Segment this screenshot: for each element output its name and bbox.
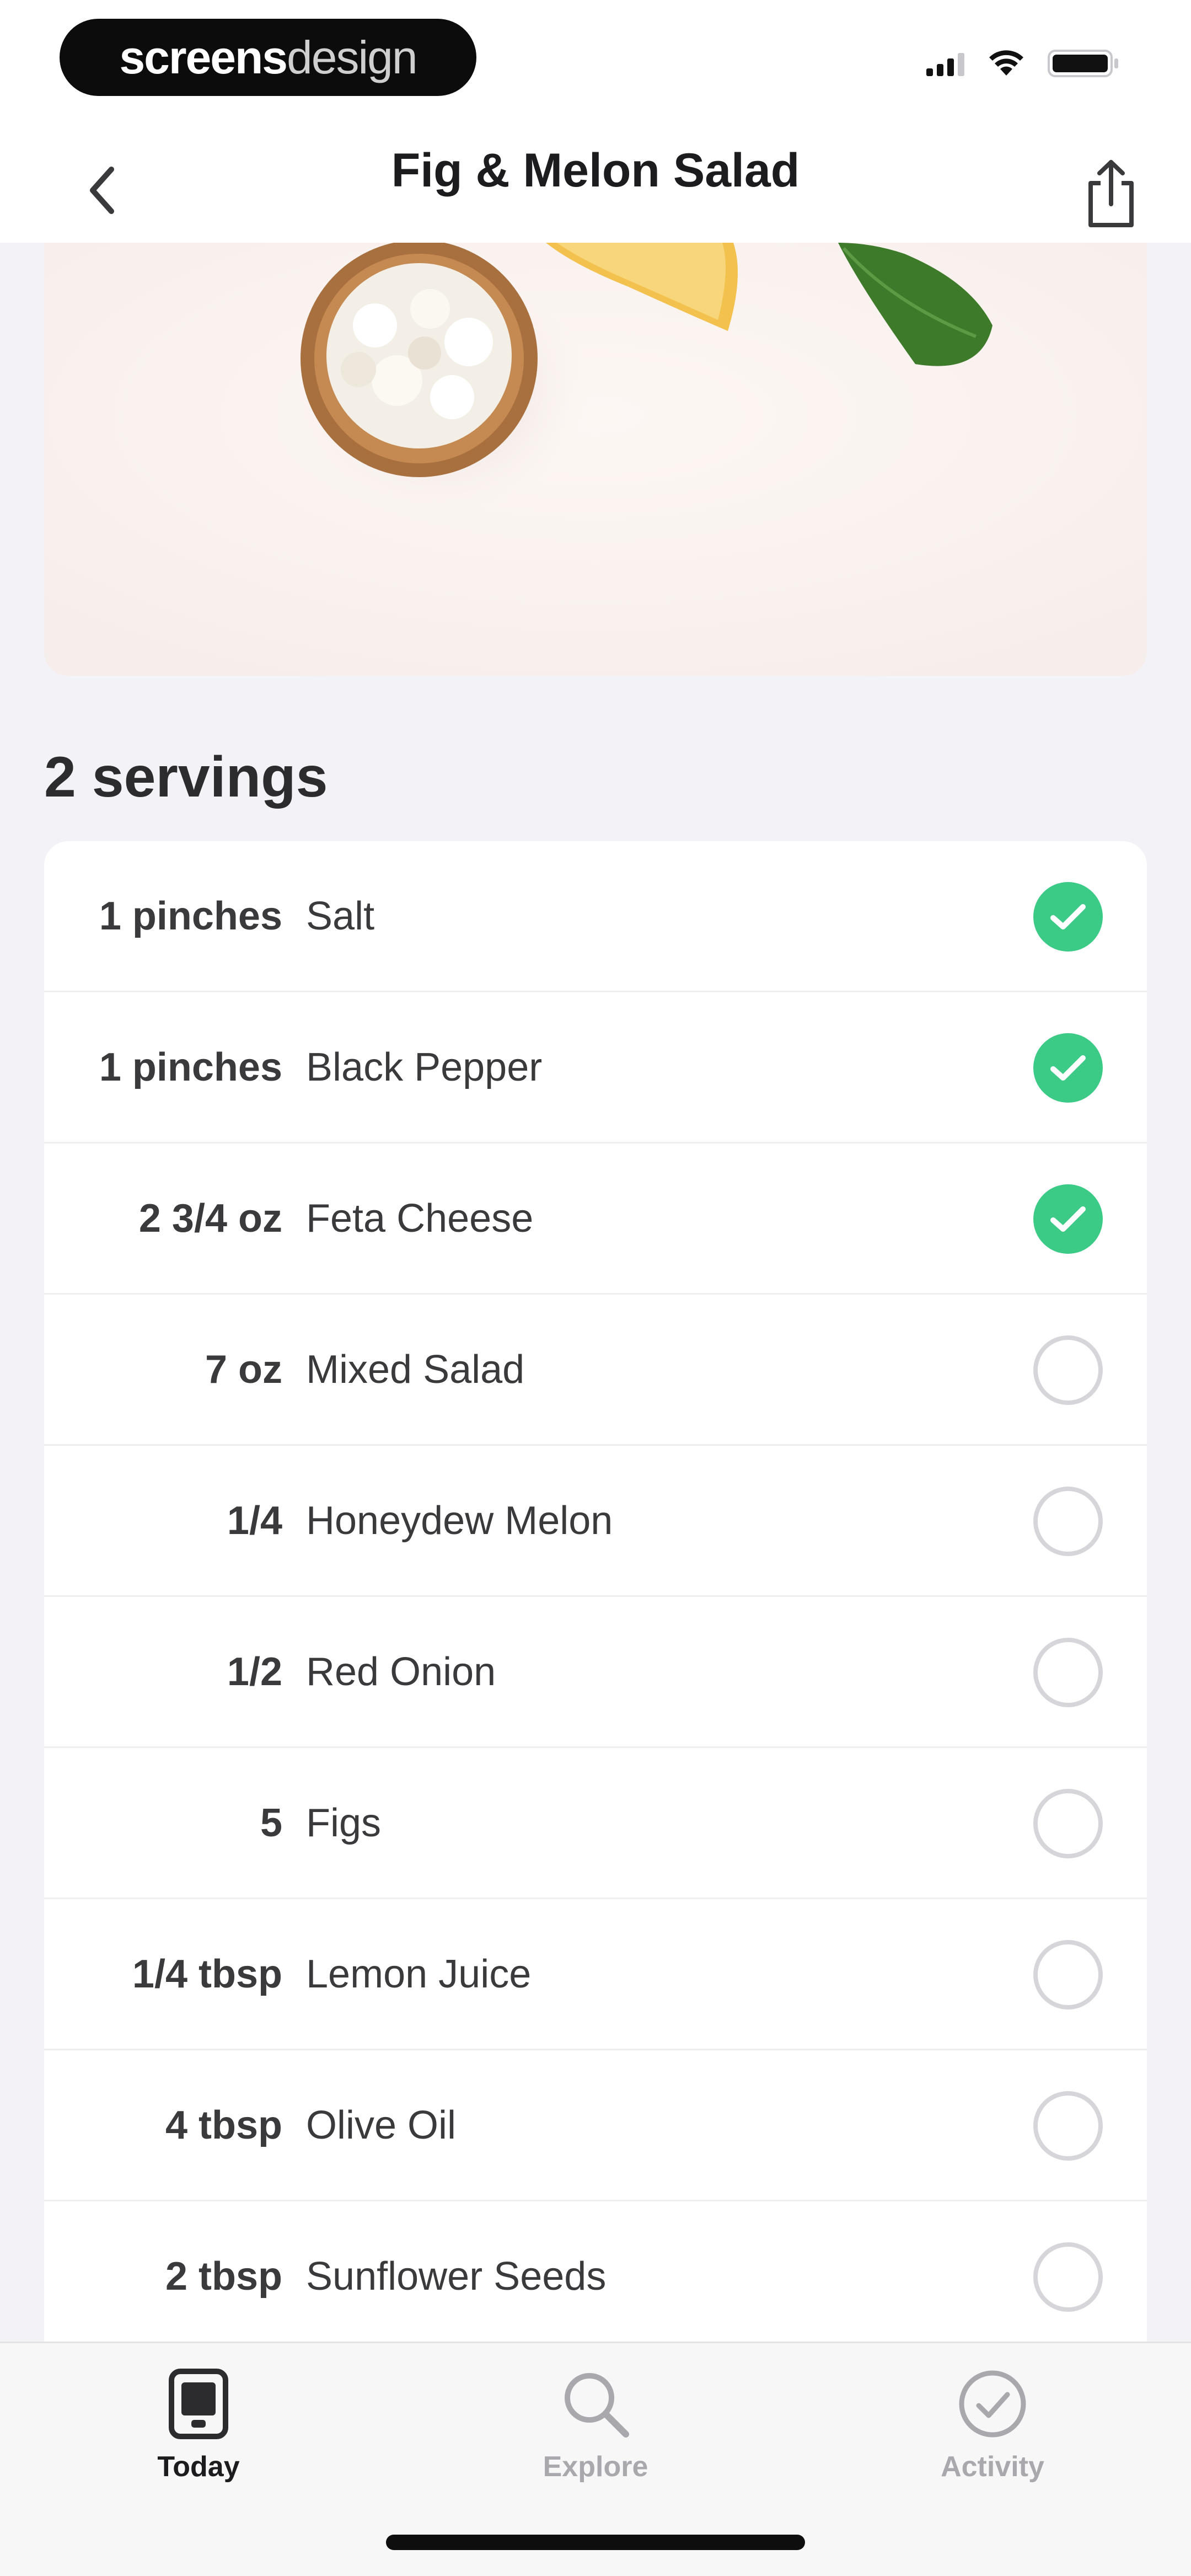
tab-label: Today bbox=[157, 2451, 240, 2483]
ingredient-row[interactable]: 1 pinches Salt bbox=[44, 841, 1147, 992]
tab-label: Activity bbox=[941, 2451, 1044, 2483]
ingredient-row[interactable]: 2 tbsp Sunflower Seeds bbox=[44, 2201, 1147, 2342]
today-icon bbox=[168, 2365, 229, 2443]
share-button[interactable] bbox=[1075, 158, 1147, 229]
ingredient-row[interactable]: 1/2 Red Onion bbox=[44, 1597, 1147, 1748]
navigation-bar: Fig & Melon Salad bbox=[0, 127, 1191, 243]
tab-label: Explore bbox=[543, 2451, 648, 2483]
ingredient-row[interactable]: 1/4 Honeydew Melon bbox=[44, 1446, 1147, 1597]
tab-activity[interactable]: Activity bbox=[904, 2365, 1081, 2483]
ingredient-row[interactable]: 1/4 tbsp Lemon Juice bbox=[44, 1899, 1147, 2050]
signal-icon bbox=[926, 51, 965, 79]
ingredients-list: 1 pinches Salt 1 pinches Black Pepper 2 … bbox=[44, 841, 1147, 2342]
unchecked-checkbox[interactable] bbox=[1033, 1638, 1103, 1707]
ingredient-name: Honeydew Melon bbox=[306, 1498, 613, 1543]
ingredient-quantity: 5 bbox=[260, 1800, 282, 1845]
ingredient-name: Mixed Salad bbox=[306, 1347, 525, 1392]
brand-logo-light: design bbox=[287, 31, 418, 83]
ingredients-photo bbox=[44, 243, 1147, 676]
unchecked-checkbox[interactable] bbox=[1033, 1789, 1103, 1858]
ingredient-row[interactable]: 7 oz Mixed Salad bbox=[44, 1295, 1147, 1446]
ingredient-quantity: 7 oz bbox=[205, 1347, 282, 1392]
ingredient-name: Red Onion bbox=[306, 1649, 496, 1694]
ingredient-quantity: 1/2 bbox=[227, 1649, 282, 1694]
checkmark-icon bbox=[1050, 904, 1086, 929]
check-circle-icon bbox=[957, 2365, 1028, 2443]
unchecked-checkbox[interactable] bbox=[1033, 2242, 1103, 2312]
tab-explore[interactable]: Explore bbox=[507, 2365, 684, 2483]
recipe-screen: screensdesign Fig & Melon Salad 2 servin… bbox=[0, 0, 1191, 2576]
page-title: Fig & Melon Salad bbox=[391, 144, 800, 197]
checked-checkbox[interactable] bbox=[1033, 882, 1103, 952]
ingredient-quantity: 4 tbsp bbox=[165, 2103, 282, 2147]
servings-label: 2 servings bbox=[44, 745, 328, 809]
recipe-hero-image bbox=[44, 243, 1147, 676]
ingredient-quantity: 1/4 bbox=[227, 1498, 282, 1543]
brand-logo-bold: screens bbox=[119, 31, 288, 83]
ingredient-name: Olive Oil bbox=[306, 2103, 457, 2147]
unchecked-checkbox[interactable] bbox=[1033, 1335, 1103, 1405]
ingredient-name: Feta Cheese bbox=[306, 1196, 534, 1241]
tab-today[interactable]: Today bbox=[110, 2365, 287, 2483]
checkmark-icon bbox=[1050, 1055, 1086, 1081]
checkmark-icon bbox=[1050, 1206, 1086, 1232]
status-icons bbox=[926, 49, 1119, 81]
home-indicator[interactable] bbox=[386, 2535, 805, 2550]
checked-checkbox[interactable] bbox=[1033, 1033, 1103, 1103]
unchecked-checkbox[interactable] bbox=[1033, 2091, 1103, 2161]
ingredient-name: Salt bbox=[306, 894, 375, 938]
ingredient-row[interactable]: 2 3/4 oz Feta Cheese bbox=[44, 1143, 1147, 1295]
ingredient-row[interactable]: 1 pinches Black Pepper bbox=[44, 992, 1147, 1143]
ingredient-name: Black Pepper bbox=[306, 1045, 543, 1089]
search-icon bbox=[560, 2365, 631, 2443]
ingredient-name: Sunflower Seeds bbox=[306, 2254, 607, 2299]
ingredient-quantity: 2 tbsp bbox=[165, 2254, 282, 2299]
ingredient-quantity: 2 3/4 oz bbox=[138, 1196, 282, 1241]
wifi-icon bbox=[988, 50, 1024, 79]
unchecked-checkbox[interactable] bbox=[1033, 1487, 1103, 1556]
ingredient-row[interactable]: 4 tbsp Olive Oil bbox=[44, 2050, 1147, 2201]
status-bar: screensdesign bbox=[0, 0, 1191, 127]
battery-icon bbox=[1048, 49, 1119, 81]
brand-logo: screensdesign bbox=[60, 19, 476, 96]
checked-checkbox[interactable] bbox=[1033, 1184, 1103, 1254]
ingredient-row[interactable]: 5 Figs bbox=[44, 1748, 1147, 1899]
share-icon bbox=[1088, 160, 1134, 227]
ingredient-quantity: 1 pinches bbox=[99, 894, 282, 938]
ingredient-quantity: 1 pinches bbox=[99, 1045, 282, 1089]
ingredient-name: Figs bbox=[306, 1800, 382, 1845]
ingredient-quantity: 1/4 tbsp bbox=[132, 1952, 282, 1996]
unchecked-checkbox[interactable] bbox=[1033, 1940, 1103, 2010]
ingredient-name: Lemon Juice bbox=[306, 1952, 532, 1996]
